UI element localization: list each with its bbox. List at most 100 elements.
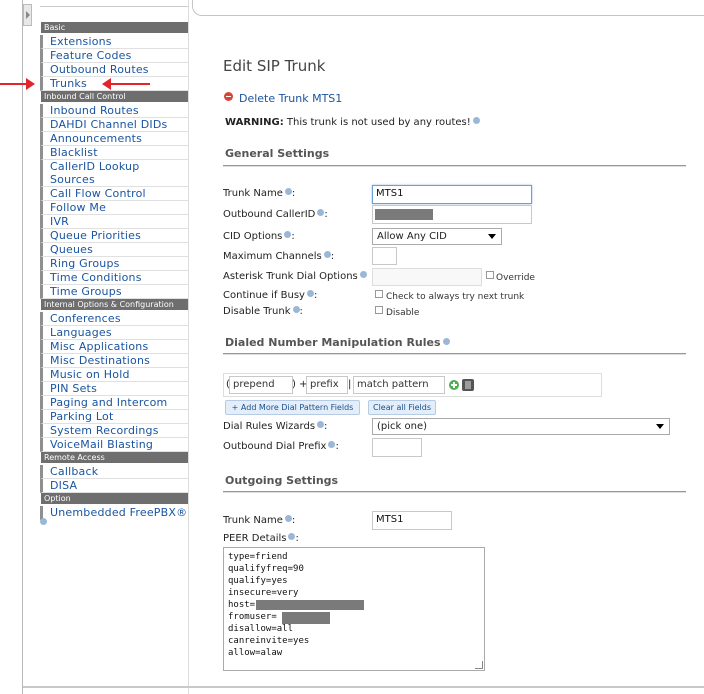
override-checkbox[interactable] [486, 271, 494, 279]
peer-details-textarea[interactable]: type=friend qualifyfreq=90 qualify=yes i… [223, 547, 485, 671]
menu-disa[interactable]: DISA [40, 479, 188, 493]
override-label: Override [496, 273, 535, 283]
disable-trunk-checkbox[interactable] [375, 306, 383, 314]
chevron-down-icon [656, 424, 664, 429]
section-remote-access: Remote Access [41, 452, 188, 463]
section-option: Option [41, 493, 188, 504]
menu-call-flow-control[interactable]: Call Flow Control [40, 187, 188, 201]
menu-queue-priorities[interactable]: Queue Priorities [40, 229, 188, 243]
menu-queues[interactable]: Queues [40, 243, 188, 257]
menu-outbound-routes[interactable]: Outbound Routes [40, 63, 188, 77]
dial-options-input[interactable] [372, 268, 482, 286]
pipe-separator: | [348, 379, 352, 390]
content-top-border [192, 0, 704, 16]
menu-time-conditions[interactable]: Time Conditions [40, 271, 188, 285]
help-icon [288, 533, 296, 540]
delete-trunk-link[interactable]: Delete Trunk MTS1 [239, 92, 342, 105]
cid-options-select[interactable]: Allow Any CID [372, 228, 502, 245]
help-icon [472, 117, 480, 124]
resize-handle[interactable] [475, 661, 483, 669]
delete-pattern-icon[interactable] [462, 379, 474, 391]
menu-callback[interactable]: Callback [40, 465, 188, 479]
menu-callerid-lookup-sources[interactable]: CallerID Lookup Sources [40, 160, 188, 187]
redacted-callerid [375, 209, 433, 220]
menu-ivr[interactable]: IVR [40, 215, 188, 229]
bottom-border [23, 686, 704, 688]
menu-time-groups[interactable]: Time Groups [40, 285, 188, 299]
dial-wizards-label: Dial Rules Wizards: [223, 421, 328, 432]
help-icon [40, 518, 47, 525]
menu-parking-lot[interactable]: Parking Lot [40, 410, 188, 424]
dial-options-label: Asterisk Trunk Dial Options [223, 271, 367, 282]
help-icon [442, 338, 450, 345]
disable-trunk-text: Disable [386, 308, 420, 318]
menu-music-on-hold[interactable]: Music on Hold [40, 368, 188, 382]
collapse-sidebar-toggle[interactable] [23, 4, 32, 26]
outgoing-trunk-name-label: Trunk Name: [223, 515, 296, 526]
divider [223, 491, 686, 493]
peer-line: host= [228, 600, 256, 610]
menu-announcements[interactable]: Announcements [40, 132, 188, 146]
menu-pin-sets[interactable]: PIN Sets [40, 382, 188, 396]
menu-languages[interactable]: Languages [40, 326, 188, 340]
disable-trunk-label: Disable Trunk: [223, 306, 303, 317]
clear-fields-button[interactable]: Clear all Fields [368, 400, 436, 415]
menu-misc-applications[interactable]: Misc Applications [40, 340, 188, 354]
add-pattern-icon[interactable] [449, 380, 459, 390]
arrowhead-right-icon [26, 78, 35, 90]
outgoing-trunk-name-input[interactable]: MTS1 [372, 511, 452, 530]
menu-paging-intercom[interactable]: Paging and Intercom [40, 396, 188, 410]
help-icon [328, 441, 336, 448]
menu-extensions[interactable]: Extensions [40, 35, 188, 49]
menu-unembedded-freepbx[interactable]: Unembedded FreePBX® [40, 506, 188, 520]
help-icon [359, 271, 367, 278]
divider [223, 353, 686, 355]
max-channels-label: Maximum Channels: [223, 251, 335, 262]
dial-wizards-select[interactable]: (pick one) [372, 418, 670, 435]
peer-line: canreinvite=yes [228, 636, 310, 646]
menu-blacklist[interactable]: Blacklist [40, 146, 188, 160]
section-basic: Basic [41, 22, 188, 33]
menu-dahdi-channel-dids[interactable]: DAHDI Channel DIDs [40, 118, 188, 132]
menu-inbound-routes[interactable]: Inbound Routes [40, 104, 188, 118]
max-channels-input[interactable] [372, 247, 397, 265]
menu-conferences[interactable]: Conferences [40, 312, 188, 326]
warning-text: This trunk is not used by any routes! [286, 117, 471, 128]
peer-line: insecure=very [228, 588, 299, 598]
menu-follow-me[interactable]: Follow Me [40, 201, 188, 215]
add-dial-pattern-button[interactable]: + Add More Dial Pattern Fields [225, 400, 360, 415]
outbound-callerid-label: Outbound CallerID: [223, 209, 328, 220]
cid-options-label: CID Options: [223, 231, 295, 242]
trunk-name-input[interactable]: MTS1 [372, 185, 532, 204]
prefix-input[interactable]: prefix [306, 376, 348, 394]
help-icon [306, 290, 314, 297]
match-pattern-input[interactable]: match pattern [353, 376, 445, 394]
warning-label: WARNING: [225, 117, 284, 128]
divider [223, 165, 686, 167]
menu-system-recordings[interactable]: System Recordings [40, 424, 188, 438]
peer-line: qualify=yes [228, 576, 288, 586]
prepend-input[interactable]: prepend [229, 376, 293, 394]
menu-ring-groups[interactable]: Ring Groups [40, 257, 188, 271]
peer-line: type=friend [228, 552, 288, 562]
triangle-right-icon [26, 11, 30, 19]
menu-feature-codes[interactable]: Feature Codes [40, 49, 188, 63]
help-icon [323, 251, 331, 258]
continue-busy-text: Check to always try next trunk [386, 292, 525, 302]
redacted-host [256, 600, 364, 610]
section-internal-options: Internal Options & Configuration [41, 299, 188, 310]
page-title: Edit SIP Trunk [223, 57, 326, 75]
chevron-down-icon [488, 234, 496, 239]
menu-misc-destinations[interactable]: Misc Destinations [40, 354, 188, 368]
warning-message: WARNING: This trunk is not used by any r… [225, 117, 480, 128]
menu-voicemail-blasting[interactable]: VoiceMail Blasting [40, 438, 188, 452]
peer-line: qualifyfreq=90 [228, 564, 304, 574]
peer-line: disallow=all [228, 624, 294, 634]
peer-details-label: PEER Details: [223, 533, 299, 544]
continue-busy-checkbox[interactable] [375, 290, 383, 298]
annotation-arrow-right [110, 83, 150, 85]
outbound-prefix-input[interactable] [372, 438, 422, 457]
outbound-prefix-label: Outbound Dial Prefix: [223, 441, 339, 452]
delete-icon[interactable] [224, 92, 233, 101]
section-inbound-call-control: Inbound Call Control [41, 91, 188, 102]
